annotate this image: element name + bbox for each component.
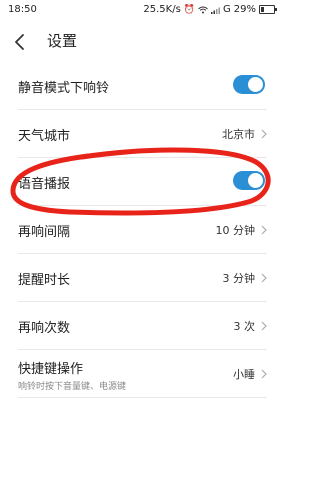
setting-ring-in-silent-mode[interactable]: 静音模式下响铃	[18, 62, 267, 110]
setting-reminder-duration[interactable]: 提醒时长 3 分钟	[18, 254, 267, 302]
setting-label: 天气城市	[18, 129, 71, 144]
battery-fill	[261, 7, 264, 12]
title-bar: 设置	[0, 22, 281, 62]
setting-label: 静音模式下响铃	[18, 81, 110, 96]
battery-percent: 29%	[233, 4, 256, 15]
setting-voice-broadcast[interactable]: 语音播报	[18, 158, 267, 206]
wifi-icon	[198, 6, 208, 13]
network-speed: 25.5K/s	[143, 4, 181, 15]
voice-broadcast-toggle[interactable]	[233, 171, 265, 190]
setting-value: 3 次	[233, 320, 256, 333]
chevron-right-icon	[261, 273, 267, 283]
setting-label: 再响次数	[18, 321, 71, 336]
setting-weather-city[interactable]: 天气城市 北京市	[18, 110, 267, 158]
setting-label: 快捷键操作	[18, 362, 84, 377]
toggle-knob	[248, 173, 263, 188]
back-icon[interactable]	[12, 33, 28, 51]
setting-value: 北京市	[222, 128, 255, 141]
alarm-icon: ⏰	[183, 4, 196, 15]
chevron-right-icon	[261, 369, 267, 379]
status-time: 18:50	[8, 4, 37, 15]
setting-shortcut-key[interactable]: 快捷键操作 响铃时按下音量键、电源键 小睡	[18, 350, 267, 398]
chevron-right-icon	[261, 129, 267, 139]
ring-in-silent-toggle[interactable]	[233, 75, 265, 94]
settings-list: 静音模式下响铃 天气城市 北京市 语音播报 再响间隔 10 分钟 提醒时长 3 …	[0, 62, 281, 398]
status-icons: 25.5K/s ⏰ G 29%	[143, 4, 277, 15]
setting-label: 再响间隔	[18, 225, 71, 240]
chevron-right-icon	[261, 321, 267, 331]
setting-value: 10 分钟	[215, 224, 256, 237]
setting-snooze-interval[interactable]: 再响间隔 10 分钟	[18, 206, 267, 254]
signal-label: G	[223, 4, 231, 15]
setting-value: 小睡	[233, 368, 255, 381]
signal-icon	[211, 7, 221, 14]
toggle-knob	[248, 77, 263, 92]
setting-value: 3 分钟	[222, 272, 256, 285]
status-bar: 18:50 25.5K/s ⏰ G 29%	[0, 0, 281, 20]
battery-icon	[259, 5, 277, 14]
setting-snooze-count[interactable]: 再响次数 3 次	[18, 302, 267, 350]
setting-label: 提醒时长	[18, 273, 71, 288]
page-title: 设置	[47, 32, 78, 50]
setting-label: 语音播报	[18, 177, 71, 192]
chevron-right-icon	[261, 225, 267, 235]
setting-sublabel: 响铃时按下音量键、电源键	[18, 382, 127, 392]
